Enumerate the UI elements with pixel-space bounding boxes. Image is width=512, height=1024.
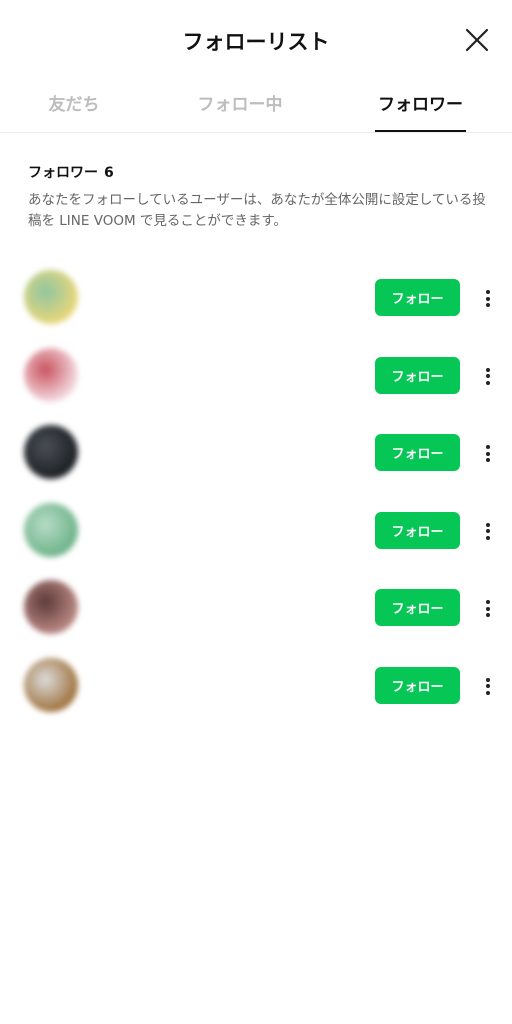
more-options-icon[interactable]: [478, 440, 498, 466]
tab-friends[interactable]: 友だち: [28, 90, 120, 132]
avatar[interactable]: [24, 270, 78, 324]
follow-button[interactable]: フォロー: [375, 279, 460, 316]
more-options-icon[interactable]: [478, 673, 498, 699]
avatar[interactable]: [24, 425, 78, 480]
follow-button[interactable]: フォロー: [375, 666, 460, 704]
follower-row[interactable]: フォロー: [0, 568, 512, 646]
follower-row[interactable]: フォロー: [0, 491, 512, 569]
avatar[interactable]: [24, 347, 78, 402]
follower-row[interactable]: フォロー: [0, 646, 512, 724]
section-heading: フォロワー 6: [28, 162, 496, 182]
follower-row[interactable]: フォロー: [0, 413, 512, 491]
follower-list: フォロー フォロー フォロー フォロー フォロー フォロー: [0, 258, 512, 724]
follow-button[interactable]: フォロー: [375, 434, 460, 472]
follow-button[interactable]: フォロー: [375, 511, 460, 549]
avatar[interactable]: [24, 657, 78, 712]
close-icon[interactable]: [464, 27, 490, 53]
follower-row[interactable]: フォロー: [0, 258, 512, 336]
active-tab-indicator: [375, 130, 466, 132]
follower-count: 6: [104, 165, 114, 181]
follow-button[interactable]: フォロー: [375, 356, 460, 394]
avatar[interactable]: [24, 580, 78, 635]
more-options-icon[interactable]: [478, 285, 498, 311]
follower-row[interactable]: フォロー: [0, 336, 512, 414]
more-options-icon[interactable]: [478, 518, 498, 544]
tab-bar: 友だち フォロー中 フォロワー: [0, 80, 512, 133]
section-description: あなたをフォローしているユーザーは、あなたが全体公開に設定している投稿を LIN…: [28, 192, 486, 229]
tab-friends-label: 友だち: [48, 95, 100, 115]
follow-button[interactable]: フォロー: [375, 589, 460, 627]
more-options-icon[interactable]: [478, 595, 498, 621]
header-bar: フォローリスト: [0, 0, 512, 80]
section-title: フォロワー: [28, 165, 98, 181]
more-options-icon[interactable]: [478, 363, 498, 389]
tab-following[interactable]: フォロー中: [188, 90, 292, 132]
tab-following-label: フォロー中: [197, 95, 283, 115]
tab-followers[interactable]: フォロワー: [375, 90, 466, 132]
page-title: フォローリスト: [182, 30, 330, 54]
followers-section: フォロワー 6 あなたをフォローしているユーザーは、あなたが全体公開に設定している…: [28, 162, 496, 232]
avatar[interactable]: [24, 502, 78, 557]
tab-followers-label: フォロワー: [378, 95, 463, 115]
